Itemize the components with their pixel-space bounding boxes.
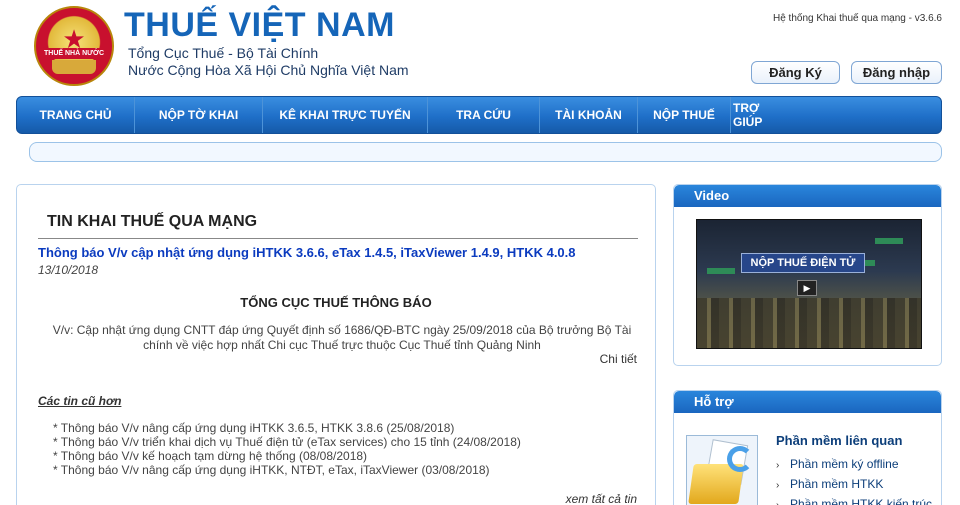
software-link-label: Phần mềm ký offline [790,457,899,471]
software-link-label: Phần mềm HTKK [790,477,884,491]
site-title: THUẾ VIỆT NAM [124,6,395,44]
login-button[interactable]: Đăng nhập [851,61,942,84]
list-item[interactable]: * Thông báo V/v nâng cấp ứng dụng iHTKK … [53,421,521,435]
video-tag [875,238,903,244]
news-panel: TIN KHAI THUẾ QUA MẠNG Thông báo V/v cập… [16,184,656,505]
notice-body: V/v: Cập nhật ứng dụng CNTT đáp ứng Quyế… [52,323,632,352]
register-button[interactable]: Đăng Ký [751,61,840,84]
see-all-news-link[interactable]: xem tất cả tin [566,492,637,505]
chevron-right-icon: › [776,497,790,505]
list-item[interactable]: ›Phần mềm HTKK kiến trúc [776,495,932,505]
video-tag [707,268,735,274]
news-headline-link[interactable]: Thông báo V/v cập nhật ứng dụng iHTKK 3.… [38,245,576,260]
logo-base [52,60,96,74]
chevron-right-icon: › [776,480,780,491]
play-icon[interactable]: ▶ [797,280,817,296]
list-item[interactable]: * Thông báo V/v kế hoạch tạm dừng hệ thố… [53,449,521,463]
video-banner-text: NỘP THUẾ ĐIỆN TỬ [741,253,865,273]
page: ★ THUẾ NHÀ NƯỚC THUẾ VIỆT NAM Tổng Cục T… [0,0,960,505]
nav-lookup[interactable]: TRA CỨU [428,97,540,133]
site-subtitle-country: Nước Cộng Hòa Xã Hội Chủ Nghĩa Việt Nam [128,62,409,78]
title-divider [38,238,638,239]
nav-home[interactable]: TRANG CHỦ [17,97,135,133]
chevron-right-icon: › [776,460,780,471]
list-item[interactable]: › Phần mềm ký offline [776,455,932,475]
related-software-title: Phần mềm liên quan [776,433,903,448]
nav-submit-return[interactable]: NỘP TỜ KHAI [135,97,263,133]
video-panel-title: Video [674,185,941,207]
older-news-list: * Thông báo V/v nâng cấp ứng dụng iHTKK … [53,421,521,477]
support-panel: Hỗ trợ Phần mềm liên quan › Phần mềm ký o… [673,390,942,505]
older-news-title: Các tin cũ hơn [38,394,122,408]
notice-heading: TỔNG CỤC THUẾ THÔNG BÁO [240,295,432,310]
support-panel-title: Hỗ trợ [674,391,941,413]
version-text: Hệ thống Khai thuế qua mạng - v3.6.6 [772,13,942,24]
news-date: 13/10/2018 [38,263,99,277]
tax-emblem-logo: ★ THUẾ NHÀ NƯỚC [34,6,114,86]
list-item[interactable]: › Phần mềm HTKK [776,475,932,495]
video-player[interactable]: NỘP THUẾ ĐIỆN TỬ ▶ [696,219,922,349]
main-nav: TRANG CHỦ NỘP TỜ KHAI KÊ KHAI TRỰC TUYẾN… [16,96,942,134]
list-item[interactable]: * Thông báo V/v triển khai dịch vụ Thuế … [53,435,521,449]
detail-link[interactable]: Chi tiết [600,352,637,366]
nav-help[interactable]: TRỢ GIÚP [731,97,791,133]
software-link-label: Phần mềm HTKK kiến trúc [790,497,933,505]
news-section-title: TIN KHAI THUẾ QUA MẠNG [47,213,258,230]
video-panel: Video NỘP THUẾ ĐIỆN TỬ ▶ [673,184,942,366]
site-subtitle-ministry: Tổng Cục Thuế - Bộ Tài Chính [128,45,319,61]
related-software-list: ›Phần mềm ký offline ›Phần mềm HTKK ›Phầ… [776,455,932,505]
nav-account[interactable]: TÀI KHOẢN [540,97,638,133]
list-item[interactable]: * Thông báo V/v nâng cấp ứng dụng iHTKK,… [53,463,521,477]
nav-pay-tax[interactable]: NỘP THUẾ [638,97,731,133]
software-folder-icon [686,435,758,505]
logo-ribbon-text: THUẾ NHÀ NƯỚC [42,48,106,59]
sub-nav-bar [29,142,942,162]
video-skyline [697,298,921,348]
nav-online-declaration[interactable]: KÊ KHAI TRỰC TUYẾN [263,97,428,133]
swirl-icon [727,446,753,472]
